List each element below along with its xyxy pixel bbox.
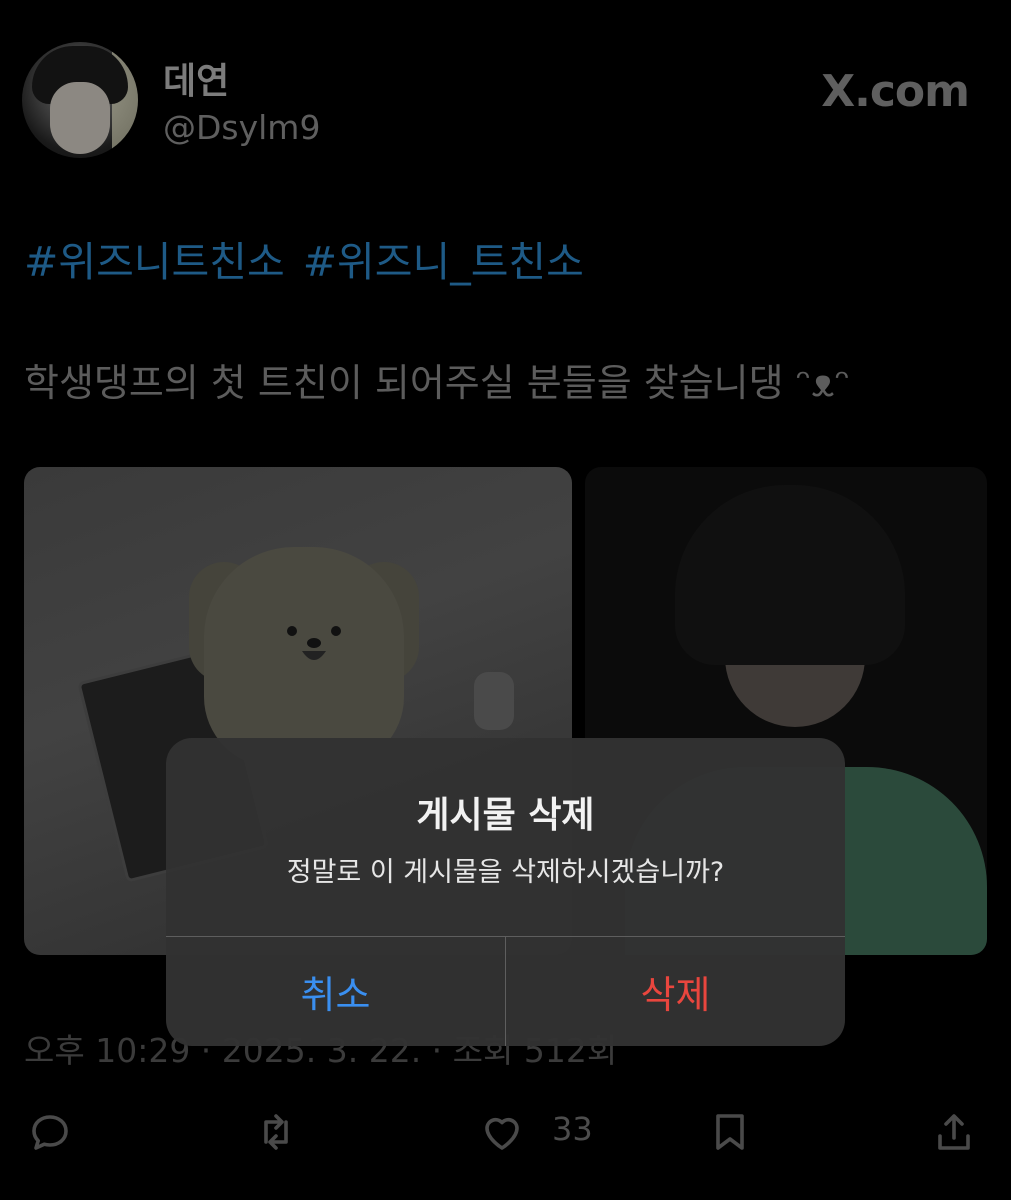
hashtag-link[interactable]: #위즈니_트친소 xyxy=(303,238,584,286)
display-name[interactable]: 데연 xyxy=(163,52,229,104)
tweet-card: 데연 @Dsylm9 X.com #위즈니트친소 #위즈니_트친소 학생댕프의 첫… xyxy=(0,0,1011,1200)
plush-face xyxy=(274,617,354,677)
share-icon[interactable] xyxy=(930,1108,978,1156)
avatar-face xyxy=(50,82,110,154)
hashtag-link[interactable]: #위즈니트친소 xyxy=(24,238,285,286)
reply-icon[interactable] xyxy=(26,1108,74,1156)
dialog-title: 게시물 삭제 xyxy=(416,795,595,836)
delete-button[interactable]: 삭제 xyxy=(506,937,845,1046)
user-handle[interactable]: @Dsylm9 xyxy=(163,108,320,147)
hashtag-row: #위즈니트친소 #위즈니_트친소 xyxy=(24,228,584,288)
cancel-button[interactable]: 취소 xyxy=(166,937,505,1046)
x-logo: X.com xyxy=(821,66,970,117)
dialog-message: 정말로 이 게시물을 삭제하시겠습니까? xyxy=(286,857,725,888)
tweet-text: 학생댕프의 첫 트친이 되어주실 분들을 찾습니댕 ᵔᴥᵔ xyxy=(24,361,851,405)
avatar[interactable] xyxy=(22,42,138,158)
delete-confirm-dialog: 게시물 삭제 정말로 이 게시물을 삭제하시겠습니까? 취소 삭제 xyxy=(166,738,845,1046)
retweet-icon[interactable] xyxy=(252,1108,300,1156)
like-count: 33 xyxy=(552,1110,593,1148)
earbud xyxy=(474,672,514,730)
bookmark-icon[interactable] xyxy=(706,1108,754,1156)
action-bar xyxy=(0,1100,1011,1160)
person-hair xyxy=(675,485,905,665)
heart-icon[interactable] xyxy=(478,1108,526,1156)
